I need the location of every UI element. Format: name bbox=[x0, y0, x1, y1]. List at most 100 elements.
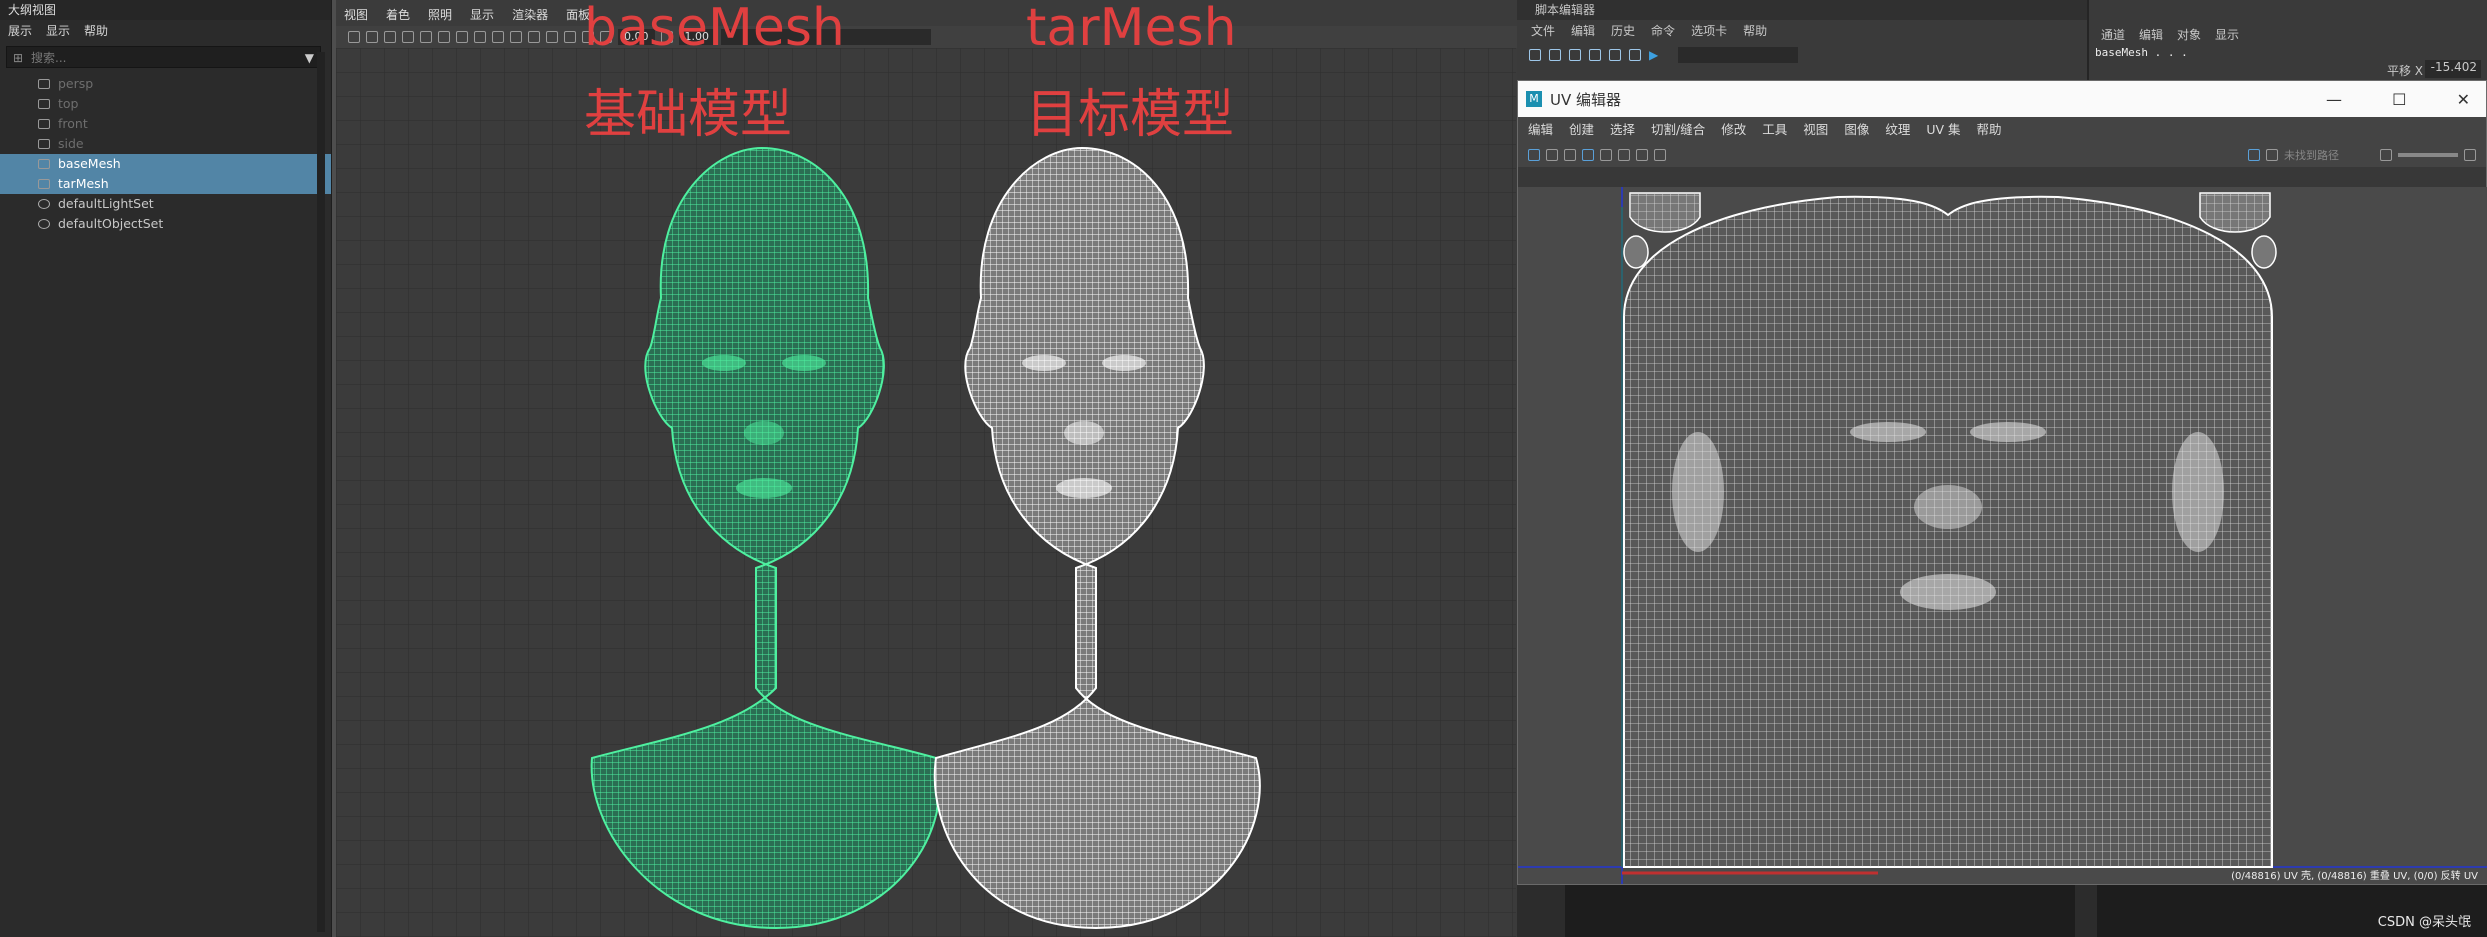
open-script-icon[interactable] bbox=[1529, 49, 1541, 61]
exposure-slider[interactable] bbox=[2398, 153, 2458, 157]
outliner-item[interactable]: baseMesh bbox=[0, 154, 331, 174]
uv-menu-item[interactable]: 帮助 bbox=[1977, 117, 2002, 143]
uv-shell-mode-icon[interactable] bbox=[1600, 149, 1612, 161]
uv-grid-icon[interactable] bbox=[1618, 149, 1630, 161]
uv-menu-item[interactable]: 切割/缝合 bbox=[1651, 117, 1705, 143]
viewport-menu-item[interactable]: 视图 bbox=[344, 6, 368, 23]
uv-menu-item[interactable]: 视图 bbox=[1803, 117, 1828, 143]
bottom-panel-left bbox=[1565, 885, 2075, 937]
outliner-menu-item[interactable]: 显示 bbox=[46, 20, 70, 42]
line-numbers-icon[interactable] bbox=[1629, 49, 1641, 61]
outliner-item[interactable]: persp bbox=[0, 74, 331, 94]
camera-tool-icon[interactable] bbox=[348, 31, 360, 43]
isolate-icon[interactable] bbox=[546, 31, 558, 43]
uv-editor-toolbar: 未找到路径 bbox=[1518, 143, 2486, 167]
image-path-field[interactable]: 未找到路径 bbox=[2284, 147, 2374, 163]
shadow-icon[interactable] bbox=[510, 31, 522, 43]
chevron-down-icon[interactable]: ▼ bbox=[305, 51, 314, 65]
outliner-item[interactable]: front bbox=[0, 114, 331, 134]
script-menu-item[interactable]: 选项卡 bbox=[1691, 20, 1727, 42]
uv-shell-face[interactable] bbox=[1623, 195, 2273, 868]
script-search-field[interactable] bbox=[1678, 47, 1799, 63]
uv-status-text: (0/48816) UV 壳, (0/48816) 重叠 UV, (0/0) 反… bbox=[2231, 871, 2478, 882]
translate-x-label: 平移 X bbox=[2386, 64, 2423, 78]
bookmark-icon[interactable] bbox=[402, 31, 414, 43]
outliner-menu-item[interactable]: 展示 bbox=[8, 20, 32, 42]
viewport-menu: 视图 着色 照明 显示 渲染器 面板 bbox=[344, 6, 590, 23]
viewport-menu-item[interactable]: 显示 bbox=[470, 6, 494, 23]
outliner-item-label: defaultLightSet bbox=[58, 196, 154, 211]
uv-select-mode-icon[interactable] bbox=[1528, 149, 1540, 161]
maximize-icon[interactable]: ☐ bbox=[2392, 90, 2406, 109]
uv-editor-titlebar: M UV 编辑器 — ☐ ✕ bbox=[1518, 81, 2486, 117]
resize-icon[interactable] bbox=[2464, 149, 2476, 161]
save-script-icon[interactable] bbox=[1549, 49, 1561, 61]
execute-all-icon[interactable]: ▶ bbox=[1649, 48, 1658, 62]
outliner-item[interactable]: defaultLightSet bbox=[0, 194, 331, 214]
grid-icon[interactable] bbox=[420, 31, 432, 43]
uv-face-mode-icon[interactable] bbox=[1582, 149, 1594, 161]
clear-history-icon[interactable] bbox=[1569, 49, 1581, 61]
script-menu-item[interactable]: 历史 bbox=[1611, 20, 1635, 42]
viewport-panel[interactable]: 视图 着色 照明 显示 渲染器 面板 0.00 1.00 顶点:48098480… bbox=[332, 0, 1521, 937]
script-menu-item[interactable]: 命令 bbox=[1651, 20, 1675, 42]
select-tool-icon[interactable] bbox=[366, 31, 378, 43]
outliner-search-input[interactable]: ⊞ 搜索... ▼ bbox=[6, 46, 321, 68]
viewport-menu-item[interactable]: 照明 bbox=[428, 6, 452, 23]
outliner-item[interactable]: top bbox=[0, 94, 331, 114]
uv-vertex-mode-icon[interactable] bbox=[1546, 149, 1558, 161]
uv-menu-item[interactable]: 编辑 bbox=[1528, 117, 1553, 143]
outliner-item[interactable]: defaultObjectSet bbox=[0, 214, 331, 234]
uv-menu-item[interactable]: 修改 bbox=[1721, 117, 1746, 143]
wireframe-icon[interactable] bbox=[438, 31, 450, 43]
search-icon: ⊞ bbox=[13, 51, 24, 65]
outliner-list: persp top front side baseMesh tarMesh defaultL… bbox=[0, 74, 331, 234]
outliner-item[interactable]: side bbox=[0, 134, 331, 154]
texture-icon[interactable] bbox=[474, 31, 486, 43]
clear-input-icon[interactable] bbox=[1589, 49, 1601, 61]
script-menu-item[interactable]: 文件 bbox=[1531, 20, 1555, 42]
channel-menu-item[interactable]: 对象 bbox=[2177, 24, 2201, 46]
viewport-canvas[interactable] bbox=[336, 48, 1516, 937]
close-icon[interactable]: ✕ bbox=[2457, 90, 2470, 109]
uv-menu-item[interactable]: UV 集 bbox=[1926, 117, 1960, 143]
outliner-scrollbar[interactable] bbox=[317, 52, 325, 932]
outliner-menu-item[interactable]: 帮助 bbox=[84, 20, 108, 42]
uv-menu-item[interactable]: 图像 bbox=[1844, 117, 1869, 143]
uv-canvas[interactable] bbox=[1518, 187, 2487, 884]
outliner-item[interactable]: tarMesh bbox=[0, 174, 331, 194]
uv-menu-item[interactable]: 创建 bbox=[1569, 117, 1594, 143]
outliner-item-label: baseMesh bbox=[58, 156, 121, 171]
echo-icon[interactable] bbox=[1609, 49, 1621, 61]
script-editor-title: 脚本编辑器 bbox=[1517, 0, 2087, 20]
image-display-icon[interactable] bbox=[2248, 149, 2260, 161]
channel-menu-item[interactable]: 编辑 bbox=[2139, 24, 2163, 46]
uv-edge-mode-icon[interactable] bbox=[1564, 149, 1576, 161]
uv-menu-item[interactable]: 工具 bbox=[1762, 117, 1787, 143]
uv-snapshot-icon[interactable] bbox=[1654, 149, 1666, 161]
uv-shade-icon[interactable] bbox=[1636, 149, 1648, 161]
xray-icon[interactable] bbox=[528, 31, 540, 43]
uv-menu-item[interactable]: 选择 bbox=[1610, 117, 1635, 143]
viewport-menu-item[interactable]: 渲染器 bbox=[512, 6, 548, 23]
outliner-panel: 大纲视图 展示 显示 帮助 ⊞ 搜索... ▼ persp top front sid… bbox=[0, 0, 332, 937]
minimize-icon[interactable]: — bbox=[2326, 90, 2342, 109]
script-menu-item[interactable]: 编辑 bbox=[1571, 20, 1595, 42]
light-icon[interactable] bbox=[492, 31, 504, 43]
channel-menu-item[interactable]: 通道 bbox=[2101, 24, 2125, 46]
channel-menu-item[interactable]: 显示 bbox=[2215, 24, 2239, 46]
basemesh-label-en: baseMesh bbox=[584, 0, 845, 58]
checker-icon[interactable] bbox=[2266, 149, 2278, 161]
uv-menu-item[interactable]: 纹理 bbox=[1885, 117, 1910, 143]
exposure-icon[interactable] bbox=[2380, 149, 2392, 161]
script-menu-item[interactable]: 帮助 bbox=[1743, 20, 1767, 42]
script-editor-menu: 文件 编辑 历史 命令 选项卡 帮助 bbox=[1517, 20, 2087, 42]
bottom-panel: CSDN @呆头氓 bbox=[1517, 885, 2487, 937]
tarmesh-label-en: tarMesh bbox=[1026, 0, 1237, 58]
hud-icon[interactable] bbox=[564, 31, 576, 43]
viewport-menu-item[interactable]: 着色 bbox=[386, 6, 410, 23]
shaded-icon[interactable] bbox=[456, 31, 468, 43]
watermark: CSDN @呆头氓 bbox=[2377, 915, 2471, 930]
lasso-tool-icon[interactable] bbox=[384, 31, 396, 43]
translate-x-field[interactable]: -15.402 bbox=[2425, 60, 2481, 78]
